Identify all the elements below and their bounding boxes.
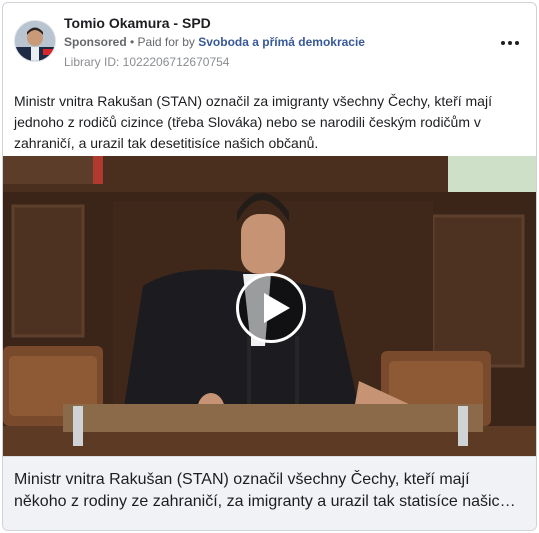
post-body-text: Ministr vnitra Rakušan (STAN) označil za… (14, 93, 492, 151)
paid-for-prefix: Paid for by (137, 35, 199, 49)
link-caption[interactable]: Ministr vnitra Rakušan (STAN) označil vš… (3, 456, 536, 530)
more-horizontal-icon (501, 41, 505, 45)
ad-card: Tomio Okamura - SPD Sponsored • Paid for… (2, 2, 537, 531)
sponsored-meta: Sponsored • Paid for by Svoboda a přímá … (64, 35, 365, 49)
more-options-button[interactable] (498, 33, 522, 53)
more-horizontal-icon (515, 41, 519, 45)
more-horizontal-icon (508, 41, 512, 45)
post-header: Tomio Okamura - SPD Sponsored • Paid for… (3, 3, 536, 83)
page-avatar[interactable] (14, 20, 56, 62)
page-name-link[interactable]: Tomio Okamura - SPD (64, 15, 211, 31)
avatar-image (15, 21, 55, 61)
caption-text: Ministr vnitra Rakušan (STAN) označil vš… (14, 471, 509, 510)
library-id: Library ID: 1022206712670754 (64, 55, 230, 69)
paid-for-by-link[interactable]: Svoboda a přímá demokracie (198, 35, 365, 49)
play-icon[interactable] (236, 273, 306, 343)
video-player[interactable] (3, 156, 536, 456)
sponsored-label: Sponsored (64, 35, 127, 49)
meta-separator: • (126, 35, 138, 49)
